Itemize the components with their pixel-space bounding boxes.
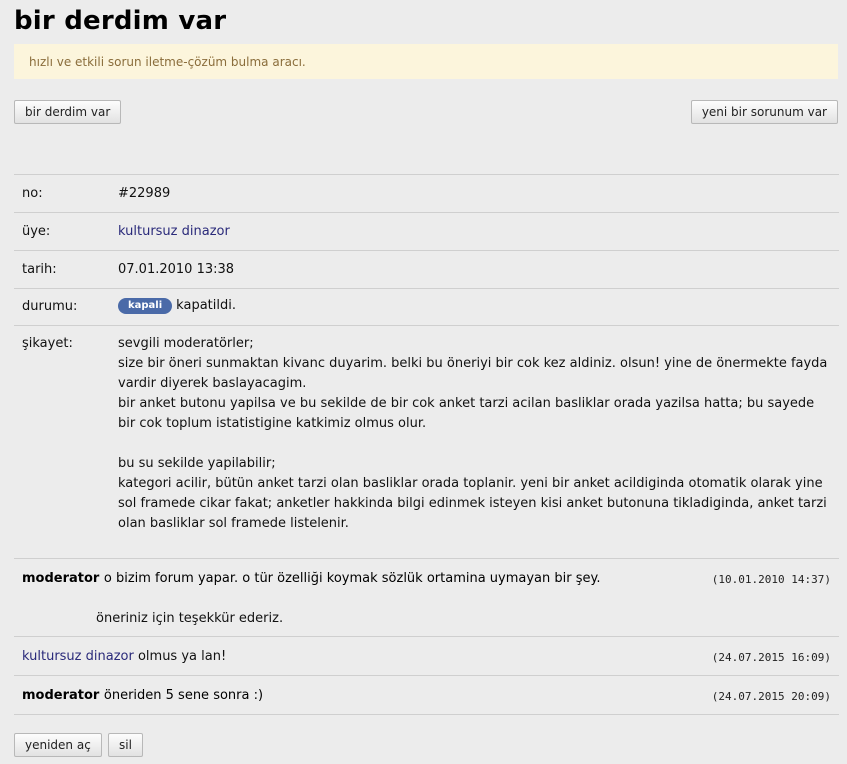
user-label: üye: bbox=[22, 224, 51, 239]
page-title: bir derdim var bbox=[14, 6, 227, 36]
comment-extra-text: öneriniz için teşekkür ederiz. bbox=[96, 611, 284, 626]
issue-details: no: #22989 üye: kultursuz dinazor tarih:… bbox=[14, 174, 839, 562]
detail-row-date: tarih: 07.01.2010 13:38 bbox=[14, 250, 839, 288]
comment-item: kultursuz dinazor olmus ya lan! (24.07.2… bbox=[14, 636, 839, 675]
delete-button[interactable]: sil bbox=[108, 733, 143, 757]
no-label: no: bbox=[22, 186, 43, 201]
detail-row-complaint: şikayet: sevgili moderatörler; size bir … bbox=[14, 325, 839, 562]
comment-text: o bizim forum yapar. o tür özelliği koym… bbox=[103, 571, 601, 586]
complaint-blank-line bbox=[118, 434, 829, 454]
status-text: kapatildi. bbox=[176, 298, 236, 313]
complaint-line: bu su sekilde yapilabilir; bbox=[118, 456, 276, 471]
complaint-line: size bir öneri sunmaktan kivanc duyarim.… bbox=[118, 356, 828, 391]
comment-author: moderator o bizim forum yapar. o tür öze… bbox=[22, 571, 601, 586]
complaint-label: şikayet: bbox=[22, 336, 73, 351]
status-value: kapali kapatildi. bbox=[118, 298, 236, 314]
detail-row-user: üye: kultursuz dinazor bbox=[14, 212, 839, 250]
comment-author: kultursuz dinazor olmus ya lan! bbox=[22, 649, 226, 664]
complaint-text: sevgili moderatörler; size bir öneri sun… bbox=[118, 334, 829, 534]
new-issue-button[interactable]: yeni bir sorunum var bbox=[690, 100, 838, 124]
date-value: 07.01.2010 13:38 bbox=[118, 262, 235, 277]
bir-derdim-var-button[interactable]: bir derdim var bbox=[14, 100, 122, 124]
status-label: durumu: bbox=[22, 299, 78, 314]
comment-item: moderator o bizim forum yapar. o tür öze… bbox=[14, 558, 839, 636]
detail-row-no: no: #22989 bbox=[14, 174, 839, 212]
reopen-button[interactable]: yeniden aç bbox=[14, 733, 102, 757]
comment-timestamp: (24.07.2015 16:09) bbox=[711, 651, 831, 664]
detail-row-status: durumu: kapali kapatildi. bbox=[14, 288, 839, 325]
complaint-line: kategori acilir, bütün anket tarzi olan … bbox=[118, 476, 827, 531]
comment-author-link[interactable]: kultursuz dinazor bbox=[22, 649, 134, 664]
status-badge: kapali bbox=[118, 298, 173, 314]
complaint-line: bir anket butonu yapilsa ve bu sekilde d… bbox=[118, 396, 815, 431]
divider bbox=[14, 714, 839, 715]
user-link[interactable]: kultursuz dinazor bbox=[118, 224, 230, 239]
date-label: tarih: bbox=[22, 262, 57, 277]
notice-banner: hızlı ve etkili sorun iletme-çözüm bulma… bbox=[14, 44, 838, 79]
complaint-line: sevgili moderatörler; bbox=[118, 336, 254, 351]
issue-number: #22989 bbox=[118, 186, 171, 201]
comment-text: olmus ya lan! bbox=[137, 649, 227, 664]
comment-text: öneriden 5 sene sonra :) bbox=[103, 688, 264, 703]
comment-author: moderator öneriden 5 sene sonra :) bbox=[22, 688, 264, 703]
comments-list: moderator o bizim forum yapar. o tür öze… bbox=[14, 558, 839, 715]
comment-item: moderator öneriden 5 sene sonra :) (24.0… bbox=[14, 675, 839, 714]
comment-timestamp: (10.01.2010 14:37) bbox=[711, 573, 831, 586]
comment-timestamp: (24.07.2015 20:09) bbox=[711, 690, 831, 703]
